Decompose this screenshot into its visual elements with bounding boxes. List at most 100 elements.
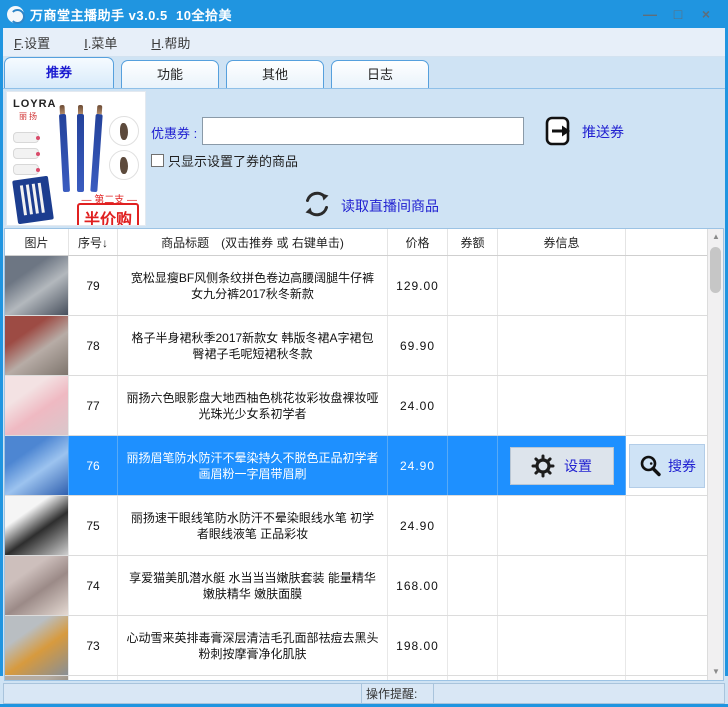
column-header-2[interactable]: 商品标题 (双击推券 或 右键单击) [118,229,388,255]
price-cell: 24.90 [388,436,448,495]
menu-item-1[interactable]: I.菜单 [84,33,117,52]
gear-icon [531,454,555,478]
seq-cell: 76 [69,436,118,495]
column-header-1[interactable]: 序号↓ [69,229,118,255]
price-cell: 24.00 [388,376,448,435]
push-coupon-label[interactable]: 推送券 [582,122,624,142]
action-cell [626,556,708,615]
read-live-products-label[interactable]: 读取直播间商品 [341,196,439,216]
menu-item-2[interactable]: H.帮助 [151,33,190,52]
settings-button-label: 设置 [564,456,592,476]
action-cell [626,376,708,435]
price-cell: 129.00 [388,256,448,315]
coupon-amount-cell [448,616,498,675]
product-thumbnail [5,496,68,555]
product-thumb-cell [5,556,69,615]
table-row-77[interactable]: 77丽扬六色眼影盘大地西柚色桃花妆彩妆盘裸妆哑光珠光少女系初学者24.00 [5,376,708,436]
seq-cell: 79 [69,256,118,315]
coupon-info-cell [498,616,626,675]
title-cell: 丽扬速干眼线笔防水防汗不晕染眼线水笔 初学者眼线液笔 正品彩妆 [118,496,388,555]
coupon-info-cell [498,316,626,375]
push-coupon-button[interactable] [542,114,576,148]
table-row-76[interactable]: 76丽扬眉笔防水防汗不晕染持久不脱色正品初学者画眉粉一字眉带眉刷24.90 设置 搜… [5,436,708,496]
eyebrow-stencil-shape [13,164,39,175]
refresh-icon [300,187,334,221]
column-header-5[interactable]: 券信息 [498,229,626,255]
maximize-button[interactable]: □ [664,2,692,26]
product-brand-label: LOYRA [13,98,57,110]
coupon-amount-cell [448,376,498,435]
operation-hint-label: 操作提醒: [366,685,417,702]
product-brand-cn-label: 丽扬 [19,111,39,122]
action-cell [626,616,708,675]
table-row-79[interactable]: 79宽松显瘦BF风侧条纹拼色卷边高腰阔腿牛仔裤女九分裤2017秋冬新款129.0… [5,256,708,316]
coupon-info-cell [498,676,626,680]
window-frame [0,0,3,676]
tab-strip: 推券功能其他日志 [4,57,724,88]
scroll-down-icon[interactable]: ▼ [708,664,724,680]
search-coupon-button[interactable]: 搜券 [629,444,705,488]
coupon-input[interactable] [202,117,524,145]
title-cell: 丽扬眉笔防水防汗不晕染持久不脱色正品初学者画眉粉一字眉带眉刷 [118,436,388,495]
table-row-74[interactable]: 74享爱猫美肌潜水艇 水当当当嫩肤套装 能量精华嫩肤精华 嫩肤面膜168.00 [5,556,708,616]
product-thumbnail [5,436,68,495]
title-cell: 丽扬六色眼影盘大地西柚色桃花妆彩妆盘裸妆哑光珠光少女系初学者 [118,376,388,435]
product-thumbnail [5,556,68,615]
seq-cell: 78 [69,316,118,375]
search-coupon-label: 搜券 [668,456,696,476]
action-cell [626,676,708,680]
column-header-4[interactable]: 券额 [448,229,498,255]
table-row-73[interactable]: 73心动雪来英排毒膏深层清洁毛孔面部祛痘去黑头粉刺按摩膏净化肌肤198.00 [5,616,708,676]
table-row-78[interactable]: 78格子半身裙秋季2017新款女 韩版冬裙A字裙包臀裙子毛呢短裙秋冬款69.90 [5,316,708,376]
product-thumb-cell [5,256,69,315]
checkbox-icon[interactable] [151,154,164,167]
table-row-partial[interactable] [5,676,708,680]
coupon-info-cell: 设置 [498,436,626,495]
table-row-75[interactable]: 75丽扬速干眼线笔防水防汗不晕染眼线水笔 初学者眼线液笔 正品彩妆24.90 [5,496,708,556]
action-cell [626,496,708,555]
status-segment-left [3,683,362,704]
title-cell: 享爱猫美肌潜水艇 水当当当嫩肤套装 能量精华嫩肤精华 嫩肤面膜 [118,556,388,615]
product-thumbnail [5,256,68,315]
menu-item-0[interactable]: F.设置 [14,33,50,52]
product-thumb-cell [5,436,69,495]
read-live-products-button[interactable] [300,187,334,221]
title-cell: 宽松显瘦BF风侧条纹拼色卷边高腰阔腿牛仔裤女九分裤2017秋冬新款 [118,256,388,315]
only-coupon-products-checkbox[interactable]: 只显示设置了券的商品 [151,151,298,170]
coupon-amount-cell [448,316,498,375]
price-cell: 69.90 [388,316,448,375]
app-logo-icon [7,6,24,23]
minimize-button[interactable]: — [636,2,664,26]
coupon-info-cell [498,556,626,615]
column-header-3[interactable]: 价格 [388,229,448,255]
tab-gongneng[interactable]: 功能 [121,60,219,88]
pencil-shape [59,114,70,192]
coupon-info-cell [498,256,626,315]
eyebrow-stencil-shape [13,148,39,159]
refill-box-shape [12,176,54,225]
action-cell [626,316,708,375]
window-controls: — □ × [636,0,720,28]
scrollbar-thumb[interactable] [710,247,721,293]
tab-qita[interactable]: 其他 [226,60,324,88]
seq-cell: 74 [69,556,118,615]
scroll-up-icon[interactable]: ▲ [708,229,724,245]
product-preview-image: LOYRA 丽扬 第二支 半价购 [6,91,146,226]
tab-tuiquan[interactable]: 推券 [4,57,114,88]
action-cell [626,256,708,315]
vertical-scrollbar[interactable]: ▲ ▼ [707,229,723,680]
settings-button[interactable]: 设置 [510,447,614,485]
coupon-amount-cell [448,676,498,680]
coupon-amount-cell [448,556,498,615]
price-cell: 198.00 [388,616,448,675]
column-header-6[interactable] [626,229,708,255]
close-button[interactable]: × [692,2,720,26]
seq-cell: 73 [69,616,118,675]
action-cell: 搜券 [626,436,708,495]
column-header-0[interactable]: 图片 [5,229,69,255]
swatch-circle [109,116,139,146]
coupon-amount-cell [448,436,498,495]
product-thumb-cell [5,676,69,680]
tab-rizhi[interactable]: 日志 [331,60,429,88]
price-cell: 168.00 [388,556,448,615]
